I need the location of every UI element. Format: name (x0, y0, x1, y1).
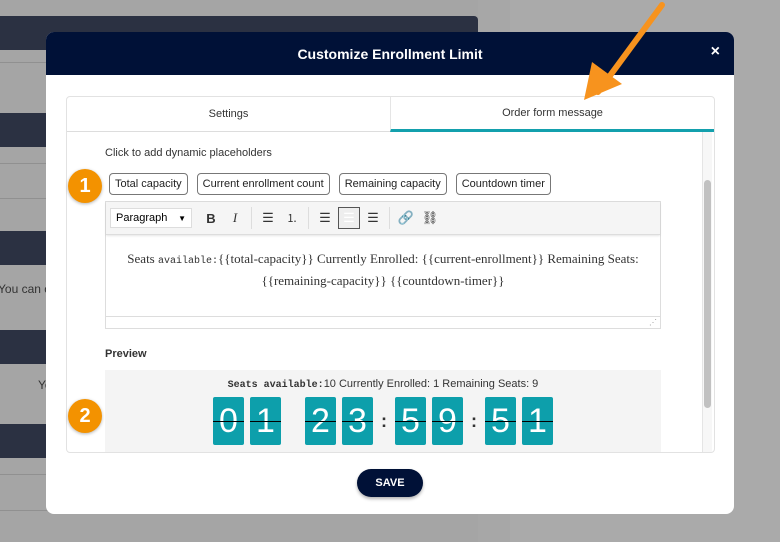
annotation-arrow-icon (584, 2, 665, 100)
